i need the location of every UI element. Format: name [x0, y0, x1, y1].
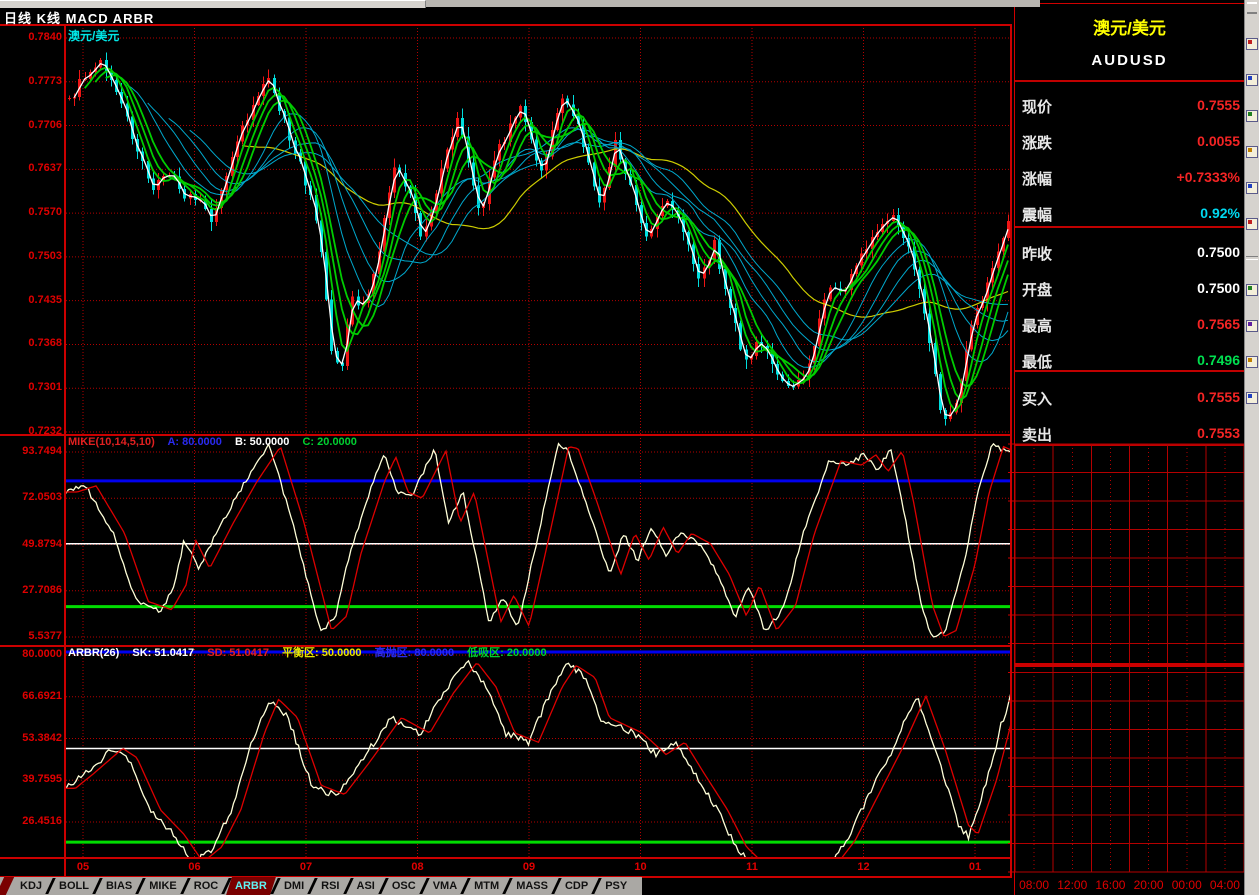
toolbar-icon[interactable] [1246, 218, 1258, 230]
arbr-low-value: 低吸区: 20.0000 [467, 647, 546, 659]
tab-cdp[interactable]: CDP [559, 877, 594, 895]
horizontal-scrollbar[interactable] [0, 0, 1040, 7]
main-chart-symbol-label: 澳元/美元 [68, 27, 119, 44]
mike-a-value: A: 80.0000 [167, 436, 221, 448]
arbr-y-axis-label: 39.7595 [2, 773, 62, 785]
mike-y-axis-label: 72.0503 [2, 491, 62, 503]
main-y-axis-label: 0.7232 [2, 425, 62, 437]
arbr-y-axis-label: 80.0000 [2, 648, 62, 660]
intraday-time-label: 20:00 [1134, 878, 1164, 892]
x-axis-month-label: 11 [746, 861, 758, 873]
main-y-axis-label: 0.7706 [2, 119, 62, 131]
mike-name: MIKE(10,14,5,10) [68, 436, 155, 448]
x-axis-month-label: 08 [411, 861, 423, 873]
intraday-time-label: 00:00 [1172, 878, 1202, 892]
tab-bias[interactable]: BIAS [100, 877, 138, 895]
x-axis-month-label: 07 [300, 861, 312, 873]
x-axis-month-label: 10 [634, 861, 646, 873]
toolbar-icon[interactable] [1246, 320, 1258, 332]
x-axis-month-label: 05 [77, 861, 89, 873]
mike-y-axis-label: 49.8794 [2, 538, 62, 550]
arbr-name: ARBR(26) [68, 647, 119, 659]
x-axis-month-label: 12 [857, 861, 869, 873]
toolbar-icon[interactable] [1246, 284, 1258, 296]
tab-mtm[interactable]: MTM [468, 877, 505, 895]
tab-mike[interactable]: MIKE [143, 877, 183, 895]
tab-osc[interactable]: OSC [386, 877, 422, 895]
tab-boll[interactable]: BOLL [53, 877, 95, 895]
main-y-axis-label: 0.7637 [2, 162, 62, 174]
tab-roc[interactable]: ROC [188, 877, 224, 895]
main-y-axis-label: 0.7570 [2, 206, 62, 218]
x-axis-month-label: 09 [523, 861, 535, 873]
arbr-indicator-label: ARBR(26) SK: 51.0417 SD: 51.0417 平衡区: 50… [68, 644, 547, 660]
tab-asi[interactable]: ASI [351, 877, 381, 895]
tab-rsi[interactable]: RSI [315, 877, 345, 895]
tab-fragment [0, 877, 14, 895]
main-y-axis-label: 0.7301 [2, 381, 62, 393]
right-toolbar-strip [1244, 0, 1259, 895]
toolbar-divider [1246, 256, 1258, 260]
mike-indicator-label: MIKE(10,14,5,10) A: 80.0000 B: 50.0000 C… [68, 436, 357, 448]
mike-b-value: B: 50.0000 [235, 436, 289, 448]
arbr-sk-value: SK: 51.0417 [132, 647, 194, 659]
main-y-axis-label: 0.7368 [2, 337, 62, 349]
toolbar-icon[interactable] [1246, 38, 1258, 50]
tab-vma[interactable]: VMA [427, 877, 463, 895]
intraday-time-label: 16:00 [1095, 878, 1125, 892]
toolbar-icon[interactable] [1246, 74, 1258, 86]
main-y-axis-label: 0.7840 [2, 31, 62, 43]
main-y-axis-label: 0.7503 [2, 250, 62, 262]
intraday-time-label: 04:00 [1210, 878, 1240, 892]
tab-arbr[interactable]: ARBR [226, 877, 276, 895]
toolbar-icon[interactable] [1246, 110, 1258, 122]
tab-kdj[interactable]: KDJ [14, 877, 48, 895]
arbr-balance-value: 平衡区: 50.0000 [282, 647, 361, 659]
indicator-titlebar: 日线 K线 MACD ARBR [4, 8, 154, 27]
toolbar-icon[interactable] [1246, 182, 1258, 194]
toolbar-icon[interactable] [1246, 392, 1258, 404]
mike-c-value: C: 20.0000 [302, 436, 356, 448]
main-y-axis-label: 0.7435 [2, 294, 62, 306]
mike-y-axis-label: 5.5377 [2, 630, 62, 642]
arbr-high-value: 高抛区: 80.0000 [375, 647, 454, 659]
toolbar-icon[interactable] [1246, 146, 1258, 158]
tab-psy[interactable]: PSY [599, 877, 633, 895]
arbr-y-axis-label: 66.6921 [2, 690, 62, 702]
x-axis-month-label: 06 [188, 861, 200, 873]
intraday-time-label: 08:00 [1019, 878, 1049, 892]
mike-y-axis-label: 93.7494 [2, 445, 62, 457]
scrollbar-thumb[interactable] [0, 0, 426, 8]
x-axis-month-label: 01 [969, 861, 981, 873]
toolbar-grip-icon[interactable] [1247, 2, 1257, 14]
tab-mass[interactable]: MASS [510, 877, 554, 895]
main-y-axis-label: 0.7773 [2, 75, 62, 87]
trading-app-screen: 日线 K线 MACD ARBR 澳元/美元 MIKE(10,14,5,10) A… [0, 0, 1259, 895]
intraday-time-label: 12:00 [1057, 878, 1087, 892]
tab-dmi[interactable]: DMI [278, 877, 310, 895]
mike-y-axis-label: 27.7086 [2, 584, 62, 596]
arbr-y-axis-label: 53.3842 [2, 732, 62, 744]
indicator-tab-bar: KDJ BOLL BIAS MIKE ROCARBRDMI RSI ASI OSC VMA MTM… [0, 877, 642, 895]
toolbar-icon[interactable] [1246, 356, 1258, 368]
arbr-sd-value: SD: 51.0417 [207, 647, 269, 659]
arbr-y-axis-label: 26.4516 [2, 815, 62, 827]
